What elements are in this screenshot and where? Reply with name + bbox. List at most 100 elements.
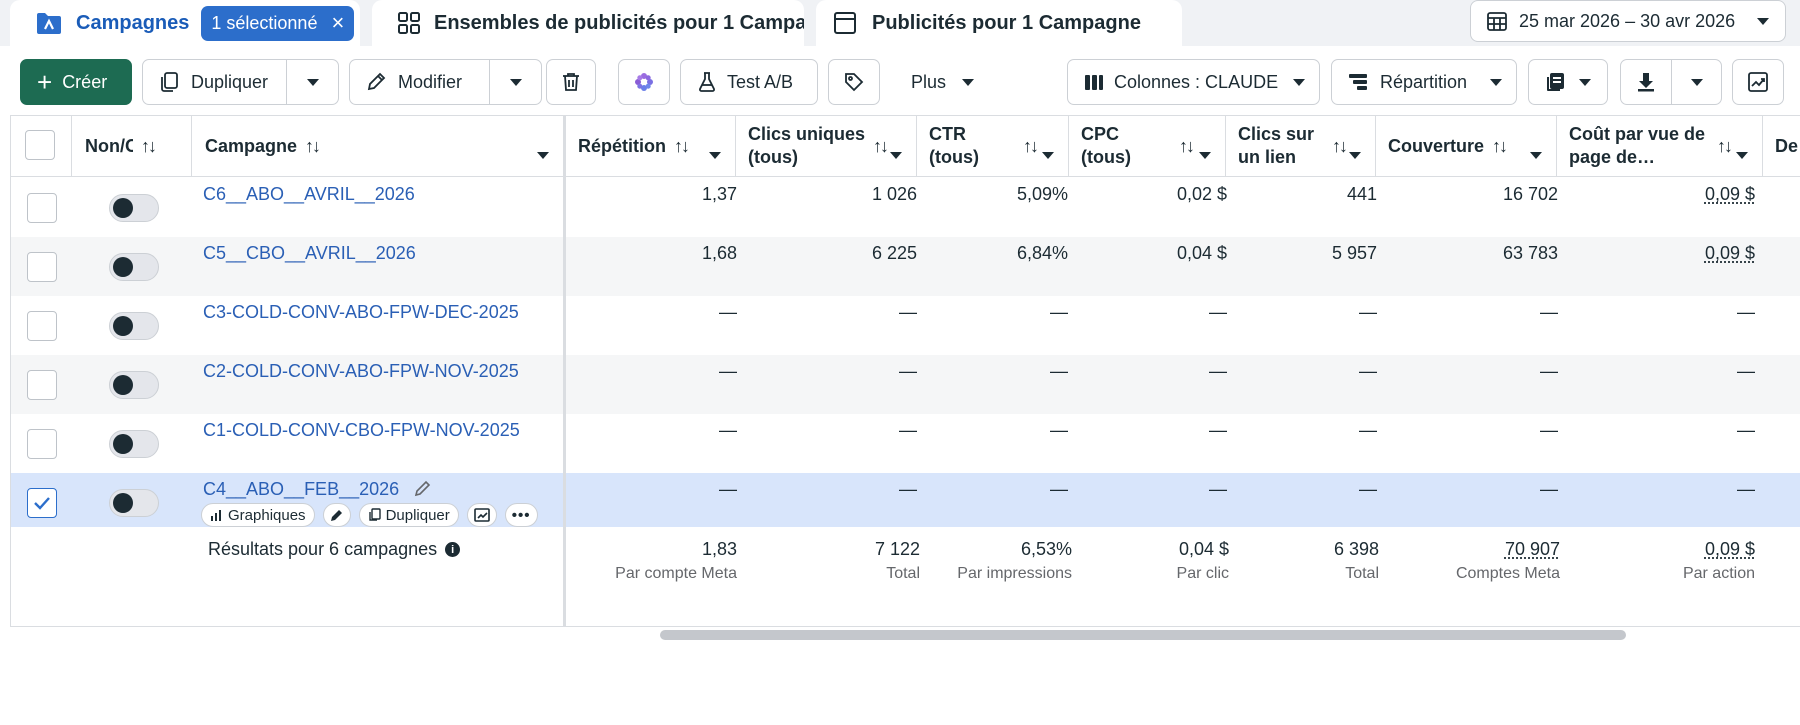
header-reach[interactable]: Couverture ↑↓ [1376, 116, 1557, 177]
tab-ads[interactable]: Publicités pour 1 Campagne [816, 0, 1182, 46]
row-duplicate-button[interactable]: Dupliquer [358, 503, 459, 527]
calendar-icon [1485, 6, 1509, 36]
sort-icon[interactable]: ↑↓ [141, 136, 157, 157]
table-row[interactable]: C5__CBO__AVRIL__2026 1,68 6 225 6,84% 0,04 $… [11, 237, 1800, 296]
cell-cpc: — [1209, 420, 1227, 440]
cell-repetition: — [719, 479, 737, 499]
header-onoff-label: Non/Oui [85, 135, 133, 156]
clear-selection-icon[interactable]: × [331, 12, 344, 34]
table-row[interactable]: C4__ABO__FEB__2026 Graphiques Dupliquer •••… [11, 473, 1800, 532]
header-next-column[interactable]: De [1763, 116, 1800, 177]
sort-icon[interactable]: ↑↓ [1179, 136, 1195, 157]
table-row[interactable]: C1-COLD-CONV-CBO-FPW-NOV-2025 — — — — — — — [11, 414, 1800, 473]
duplicate-button[interactable]: Dupliquer [142, 59, 339, 105]
select-all-checkbox[interactable] [25, 130, 55, 160]
column-menu-icon[interactable] [1199, 143, 1211, 164]
ab-test-label: Test A/B [727, 71, 794, 92]
column-menu-icon[interactable] [1042, 143, 1054, 164]
export-button[interactable] [1620, 59, 1722, 105]
table-row[interactable]: C6__ABO__AVRIL__2026 1,37 1 026 5,09% 0,02 $… [11, 178, 1800, 237]
breakdown-button[interactable]: Répartition [1331, 59, 1517, 105]
row-checkbox[interactable] [27, 193, 57, 223]
tab-adsets[interactable]: Ensembles de publicités pour 1 Campagne [372, 0, 804, 46]
header-link-clicks[interactable]: Clics sur un lien ↑↓ [1226, 116, 1376, 177]
column-menu-icon[interactable] [1530, 143, 1542, 164]
campaign-status-toggle[interactable] [109, 371, 159, 399]
campaign-status-toggle[interactable] [109, 489, 159, 517]
tag-button[interactable] [828, 59, 880, 105]
frozen-columns-divider[interactable] [563, 116, 566, 626]
column-menu-icon[interactable] [709, 143, 721, 164]
delete-button[interactable] [546, 59, 596, 105]
chart-toggle-button[interactable] [1732, 59, 1784, 105]
column-menu-icon[interactable] [1349, 143, 1361, 164]
campaign-name-link[interactable]: C5__CBO__AVRIL__2026 [203, 243, 416, 264]
table-row[interactable]: C2-COLD-CONV-ABO-FPW-NOV-2025 — — — — — — — [11, 355, 1800, 414]
row-checkbox[interactable] [27, 488, 57, 518]
selection-pill[interactable]: 1 sélectionné × [201, 5, 355, 41]
sort-icon[interactable]: ↑↓ [1492, 136, 1508, 157]
rename-pencil-icon[interactable] [413, 478, 433, 503]
column-menu-icon[interactable] [1736, 143, 1748, 164]
summary-unique-clicks: 7 122 [874, 539, 920, 559]
table-row[interactable]: C3-COLD-CONV-ABO-FPW-DEC-2025 — — — — — — — [11, 296, 1800, 355]
columns-button[interactable]: Colonnes : CLAUDE [1067, 59, 1320, 105]
toggle-knob [113, 375, 133, 395]
header-campaign[interactable]: Campagne ↑↓ [192, 116, 563, 177]
reports-button[interactable] [1528, 59, 1608, 105]
campaign-status-toggle[interactable] [109, 312, 159, 340]
summary-repetition: 1,83 [701, 539, 737, 559]
campaign-status-toggle[interactable] [109, 430, 159, 458]
export-main[interactable] [1621, 60, 1671, 104]
header-unique-clicks[interactable]: Clics uniques (tous) ↑↓ [736, 116, 917, 177]
row-edit-button[interactable] [322, 503, 351, 527]
sort-icon[interactable]: ↑↓ [305, 136, 321, 157]
info-icon[interactable]: i [445, 542, 461, 557]
column-menu-icon[interactable] [890, 143, 902, 164]
header-repetition[interactable]: Répétition ↑↓ [566, 116, 736, 177]
header-cpc[interactable]: CPC (tous) ↑↓ [1069, 116, 1226, 177]
header-ctr[interactable]: CTR (tous) ↑↓ [917, 116, 1069, 177]
campaign-name-link[interactable]: C4__ABO__FEB__2026 [203, 479, 399, 500]
header-onoff[interactable]: Non/Oui ↑↓ [72, 116, 192, 177]
cell-cpc: 0,04 $ [1176, 243, 1227, 263]
grid-icon [396, 8, 422, 38]
horizontal-scrollbar[interactable] [660, 630, 1626, 640]
cell-ctr: 5,09% [1016, 184, 1068, 204]
campaign-name-link[interactable]: C1-COLD-CONV-CBO-FPW-NOV-2025 [203, 420, 520, 441]
more-button[interactable]: Plus [890, 59, 990, 105]
summary-repetition-sub: Par compte Meta [615, 565, 737, 582]
row-more-button[interactable]: ••• [504, 503, 538, 527]
create-button[interactable]: + Créer [20, 59, 132, 105]
row-checkbox[interactable] [27, 370, 57, 400]
sort-icon[interactable]: ↑↓ [1717, 136, 1733, 157]
sort-icon[interactable]: ↑↓ [674, 136, 690, 157]
header-cost-per-view[interactable]: Coût par vue de page de… ↑↓ [1557, 116, 1763, 177]
row-checkbox[interactable] [27, 429, 57, 459]
export-dropdown[interactable] [1671, 60, 1721, 104]
sort-icon[interactable]: ↑↓ [1332, 136, 1348, 157]
toggle-knob [113, 257, 133, 277]
campaign-name-link[interactable]: C6__ABO__AVRIL__2026 [203, 184, 415, 205]
tab-campaigns[interactable]: Campagnes 1 sélectionné × [10, 0, 360, 46]
edit-button[interactable]: Modifier [349, 59, 542, 105]
ai-suggestions-button[interactable] [618, 59, 670, 105]
date-range-picker[interactable]: 25 mar 2026 – 30 avr 2026 [1470, 0, 1786, 42]
duplicate-dropdown[interactable] [286, 60, 338, 104]
campaign-status-toggle[interactable] [109, 253, 159, 281]
sort-icon[interactable]: ↑↓ [1023, 136, 1039, 157]
row-checkbox[interactable] [27, 252, 57, 282]
row-trend-button[interactable] [466, 503, 497, 527]
ab-test-button[interactable]: Test A/B [680, 59, 818, 105]
cell-cost-per-view: 0,09 $ [1704, 243, 1755, 263]
sort-icon[interactable]: ↑↓ [873, 136, 889, 157]
column-menu-icon[interactable] [537, 143, 549, 164]
row-charts-button[interactable]: Graphiques [201, 503, 315, 527]
selection-count: 1 sélectionné [211, 12, 318, 33]
campaign-name-link[interactable]: C2-COLD-CONV-ABO-FPW-NOV-2025 [203, 361, 519, 382]
campaign-name-link[interactable]: C3-COLD-CONV-ABO-FPW-DEC-2025 [203, 302, 519, 323]
cell-unique-clicks: — [899, 302, 917, 322]
campaign-status-toggle[interactable] [109, 194, 159, 222]
edit-dropdown[interactable] [489, 60, 541, 104]
row-checkbox[interactable] [27, 311, 57, 341]
